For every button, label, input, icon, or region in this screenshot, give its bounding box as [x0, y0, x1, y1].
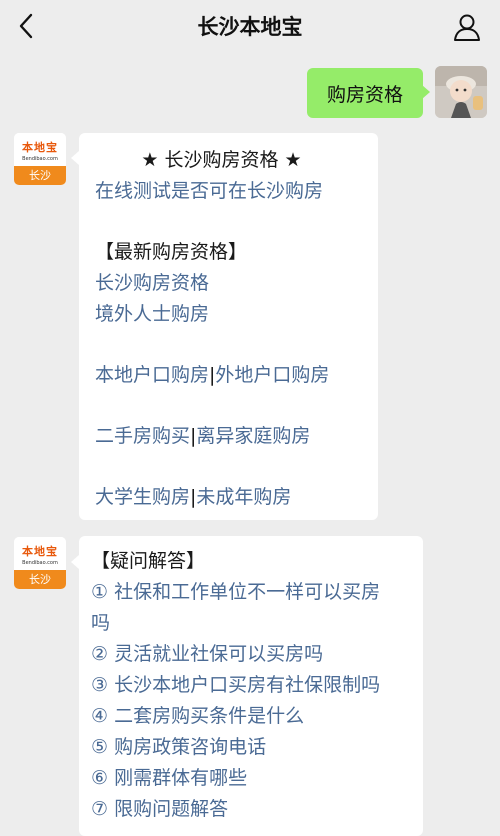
- bendibao-avatar[interactable]: 本地宝 Bendibao.com 长沙: [14, 537, 66, 589]
- chat-title: 长沙本地宝: [197, 15, 303, 39]
- faq-item[interactable]: ⑦ 限购问题解答: [91, 794, 409, 825]
- purchase-test-link[interactable]: 在线测试是否可在长沙购房: [95, 176, 362, 207]
- avatar-logo-text: 本地宝: [22, 141, 58, 154]
- avatar-logo-sub: Bendibao.com: [22, 560, 58, 566]
- incoming-bubble-tail: [71, 555, 79, 569]
- back-chevron-icon[interactable]: [12, 10, 42, 42]
- latest-qualification-title: 【最新购房资格】: [95, 241, 248, 263]
- outgoing-message-bubble[interactable]: 购房资格: [307, 68, 423, 118]
- faq-item[interactable]: ② 灵活就业社保可以买房吗: [91, 639, 409, 670]
- faq-title: 【疑问解答】: [91, 550, 206, 572]
- foreign-purchase-link[interactable]: 境外人士购房: [95, 299, 362, 330]
- college-student-link[interactable]: 大学生购房: [95, 486, 190, 508]
- faq-item-continued[interactable]: 吗: [91, 608, 409, 639]
- second-hand-link[interactable]: 二手房购买: [95, 425, 190, 447]
- avatar-city-label: 长沙: [14, 570, 66, 589]
- top-bar: 长沙本地宝: [0, 0, 500, 52]
- incoming-bubble-tail: [71, 151, 79, 165]
- local-hukou-link[interactable]: 本地户口购房: [95, 364, 209, 386]
- faq-item[interactable]: ⑤ 购房政策咨询电话: [91, 732, 409, 763]
- avatar-logo-text: 本地宝: [22, 545, 58, 558]
- outgoing-bubble-tail: [422, 85, 430, 99]
- outgoing-message-text: 购房资格: [326, 83, 403, 106]
- avatar-city-label: 长沙: [14, 166, 66, 185]
- faq-item[interactable]: ③ 长沙本地户口买房有社保限制吗: [91, 670, 409, 701]
- faq-item[interactable]: ① 社保和工作单位不一样可以买房: [91, 577, 409, 608]
- message-heading: ★ 长沙购房资格 ★: [141, 149, 302, 171]
- user-profile-icon[interactable]: [452, 12, 482, 42]
- bendibao-avatar[interactable]: 本地宝 Bendibao.com 长沙: [14, 133, 66, 185]
- nonlocal-hukou-link[interactable]: 外地户口购房: [215, 364, 329, 386]
- avatar-logo-sub: Bendibao.com: [22, 156, 58, 162]
- faq-message-bubble: 【疑问解答】 ① 社保和工作单位不一样可以买房 吗 ② 灵活就业社保可以买房吗 …: [79, 536, 423, 836]
- qualification-link[interactable]: 长沙购房资格: [95, 268, 362, 299]
- minor-purchase-link[interactable]: 未成年购房: [196, 486, 291, 508]
- my-avatar[interactable]: [435, 66, 487, 118]
- faq-item[interactable]: ⑥ 刚需群体有哪些: [91, 763, 409, 794]
- divorced-family-link[interactable]: 离异家庭购房: [196, 425, 310, 447]
- faq-item[interactable]: ④ 二套房购买条件是什么: [91, 701, 409, 732]
- incoming-message-bubble: ★ 长沙购房资格 ★ 在线测试是否可在长沙购房 【最新购房资格】 长沙购房资格 …: [79, 133, 378, 520]
